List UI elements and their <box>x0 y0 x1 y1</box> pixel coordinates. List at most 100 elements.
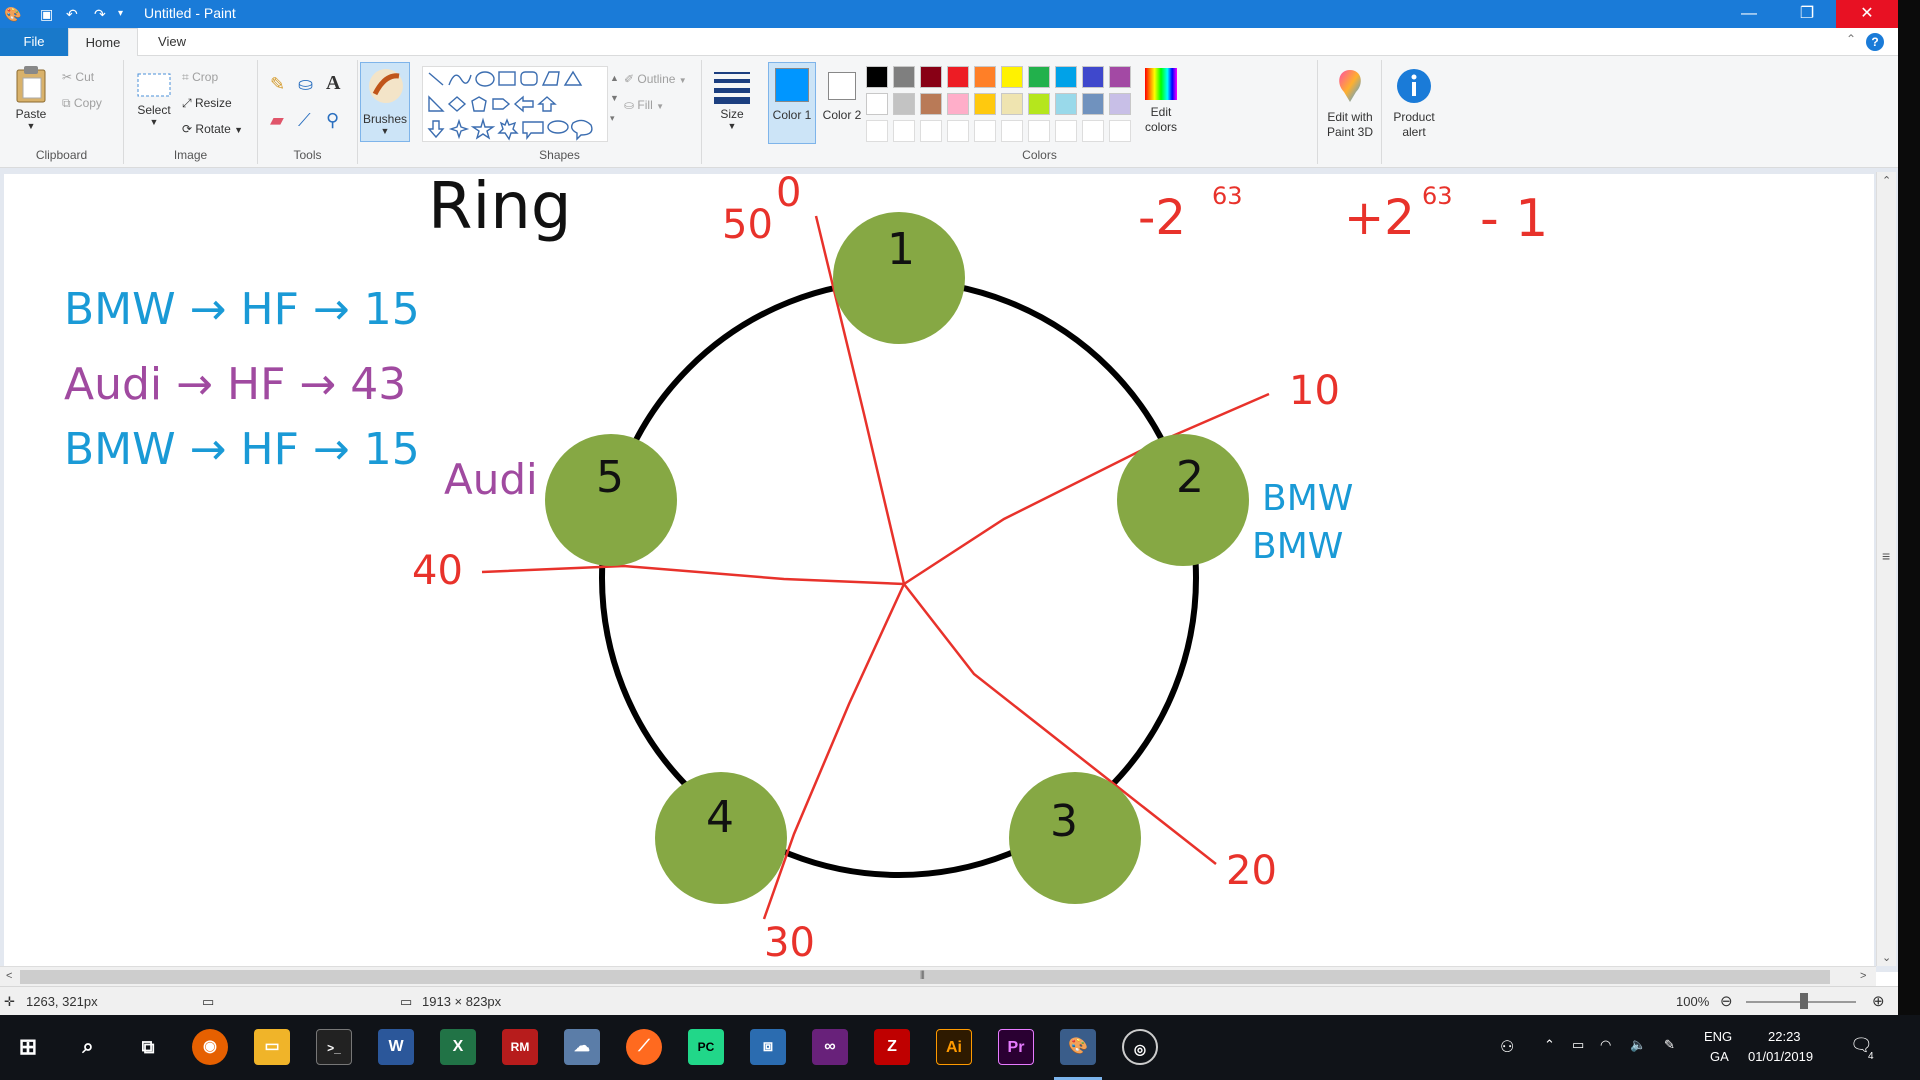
select-button[interactable]: Select ▼ <box>132 70 176 127</box>
resize-button[interactable]: ⤢ Resize <box>182 96 232 111</box>
people-icon[interactable]: ⚇ <box>1500 1037 1514 1057</box>
wifi-icon[interactable]: ◠ <box>1600 1037 1611 1053</box>
copy-button[interactable]: ⧉ Copy <box>62 96 102 111</box>
outline-button[interactable]: ✐ Outline ▼ <box>624 72 687 86</box>
redo-icon[interactable]: ↷ <box>94 4 106 24</box>
scroll-left-icon[interactable]: < <box>6 970 12 982</box>
word-icon[interactable]: W <box>378 1029 414 1065</box>
scroll-grip-icon[interactable]: ≡ <box>1882 548 1890 564</box>
custom-color-slot[interactable] <box>974 120 996 142</box>
color-picker-icon[interactable]: ⟋ <box>298 110 311 131</box>
palette-swatch[interactable] <box>920 93 942 115</box>
paste-button[interactable]: Paste ▼ <box>8 64 54 131</box>
edit-with-paint3d-button[interactable]: Edit with Paint 3D <box>1322 66 1378 140</box>
palette-swatch[interactable] <box>1028 66 1050 88</box>
pencil-icon[interactable]: ✎ <box>270 74 285 95</box>
fill-button[interactable]: ⛀ Fill ▼ <box>624 98 664 112</box>
custom-color-slot[interactable] <box>866 120 888 142</box>
custom-color-slot[interactable] <box>1082 120 1104 142</box>
tab-view[interactable]: View <box>142 28 202 56</box>
palette-swatch[interactable] <box>1001 93 1023 115</box>
restore-button[interactable]: ❐ <box>1778 0 1836 28</box>
visual-studio-icon[interactable]: ∞ <box>812 1029 848 1065</box>
scroll-up-icon[interactable]: ⌃ <box>1882 174 1891 187</box>
help-icon[interactable]: ? <box>1866 33 1884 51</box>
custom-color-slot[interactable] <box>893 120 915 142</box>
language-top[interactable]: ENG <box>1704 1029 1732 1044</box>
text-tool-icon[interactable]: A <box>326 72 340 95</box>
minimize-button[interactable]: — <box>1720 0 1778 28</box>
close-button[interactable]: ✕ <box>1836 0 1898 28</box>
scroll-down-icon[interactable]: ⌄ <box>1882 951 1891 964</box>
sublime-icon[interactable]: ⟋ <box>626 1029 662 1065</box>
language-bottom[interactable]: GA <box>1710 1049 1729 1064</box>
custom-color-slot[interactable] <box>1109 120 1131 142</box>
scroll-thumb[interactable] <box>20 970 1830 984</box>
palette-swatch[interactable] <box>974 66 996 88</box>
illustrator-icon[interactable]: Ai <box>936 1029 972 1065</box>
rubymine-icon[interactable]: RM <box>502 1029 538 1065</box>
zoom-out-icon[interactable]: ⊖ <box>1720 992 1733 1010</box>
zoom-in-icon[interactable]: ⊕ <box>1872 992 1885 1010</box>
palette-swatch[interactable] <box>1055 66 1077 88</box>
palette-swatch[interactable] <box>1082 66 1104 88</box>
file-explorer-icon[interactable]: ▭ <box>254 1029 290 1065</box>
pen-icon[interactable]: ✎ <box>1664 1037 1675 1053</box>
scroll-right-icon[interactable]: > <box>1860 970 1866 982</box>
volume-icon[interactable]: 🔈 <box>1630 1037 1646 1053</box>
custom-color-slot[interactable] <box>947 120 969 142</box>
clock-date[interactable]: 01/01/2019 <box>1748 1049 1813 1064</box>
filezilla-icon[interactable]: Z <box>874 1029 910 1065</box>
size-button[interactable]: Size ▼ <box>710 68 754 131</box>
drawing-canvas[interactable]: 1 2 3 4 5 50 0 10 20 30 40 -2 63 +2 63 -… <box>4 170 1874 966</box>
cloud-app-icon[interactable]: ☁ <box>564 1029 600 1065</box>
product-alert-button[interactable]: Product alert <box>1386 66 1442 140</box>
obs-icon[interactable]: ◎ <box>1122 1029 1158 1065</box>
zoom-slider-thumb[interactable] <box>1800 993 1808 1009</box>
task-view-icon[interactable]: ⧉ <box>130 1029 166 1065</box>
undo-icon[interactable]: ↶ <box>66 4 78 24</box>
pycharm-icon[interactable]: PC <box>688 1029 724 1065</box>
vertical-scrollbar[interactable]: ⌃ ≡ ⌄ <box>1876 172 1896 966</box>
magnifier-icon[interactable]: ⚲ <box>326 110 339 131</box>
palette-swatch[interactable] <box>866 66 888 88</box>
show-hidden-icons-icon[interactable]: ⌃ <box>1544 1037 1555 1053</box>
clock-time[interactable]: 22:23 <box>1768 1029 1801 1044</box>
fill-bucket-icon[interactable]: ⛀ <box>298 74 313 95</box>
paint-taskbar-icon[interactable]: 🎨 <box>1060 1029 1096 1065</box>
crop-button[interactable]: ⌗ Crop <box>182 70 218 85</box>
eraser-icon[interactable]: ▰ <box>270 110 284 131</box>
horizontal-scrollbar[interactable]: < ⦀ > <box>0 966 1876 986</box>
shapes-gallery[interactable] <box>422 66 608 142</box>
palette-swatch[interactable] <box>974 93 996 115</box>
custom-color-slot[interactable] <box>1055 120 1077 142</box>
excel-icon[interactable]: X <box>440 1029 476 1065</box>
tab-home[interactable]: Home <box>68 28 138 56</box>
palette-swatch[interactable] <box>1055 93 1077 115</box>
custom-color-slot[interactable] <box>1028 120 1050 142</box>
palette-swatch[interactable] <box>893 93 915 115</box>
palette-swatch[interactable] <box>1001 66 1023 88</box>
network-app-icon[interactable]: ⧈ <box>750 1029 786 1065</box>
shapes-scroll[interactable]: ▲ ▼ ▾ <box>610 68 619 128</box>
windows-start-icon[interactable]: ⊞ <box>10 1029 46 1065</box>
tab-file[interactable]: File <box>0 28 68 56</box>
custom-color-slot[interactable] <box>920 120 942 142</box>
customize-quick-access-icon[interactable]: ▾ <box>118 4 123 24</box>
color2-swatch[interactable] <box>828 72 856 100</box>
palette-swatch[interactable] <box>1082 93 1104 115</box>
paint-app-icon[interactable]: 🎨 <box>4 4 21 24</box>
save-icon[interactable]: ▣ <box>40 4 53 24</box>
palette-swatch[interactable] <box>866 93 888 115</box>
battery-icon[interactable]: ▭ <box>1572 1037 1584 1053</box>
terminal-icon[interactable]: >_ <box>316 1029 352 1065</box>
palette-swatch[interactable] <box>893 66 915 88</box>
palette-swatch[interactable] <box>947 66 969 88</box>
custom-color-slot[interactable] <box>1001 120 1023 142</box>
palette-swatch[interactable] <box>947 93 969 115</box>
palette-swatch[interactable] <box>1109 66 1131 88</box>
collapse-ribbon-icon[interactable]: ⌃ <box>1846 32 1856 46</box>
palette-swatch[interactable] <box>1109 93 1131 115</box>
edit-colors-button[interactable]: Edit colors <box>1136 66 1186 135</box>
rotate-button[interactable]: ⟳ Rotate ▼ <box>182 122 243 136</box>
